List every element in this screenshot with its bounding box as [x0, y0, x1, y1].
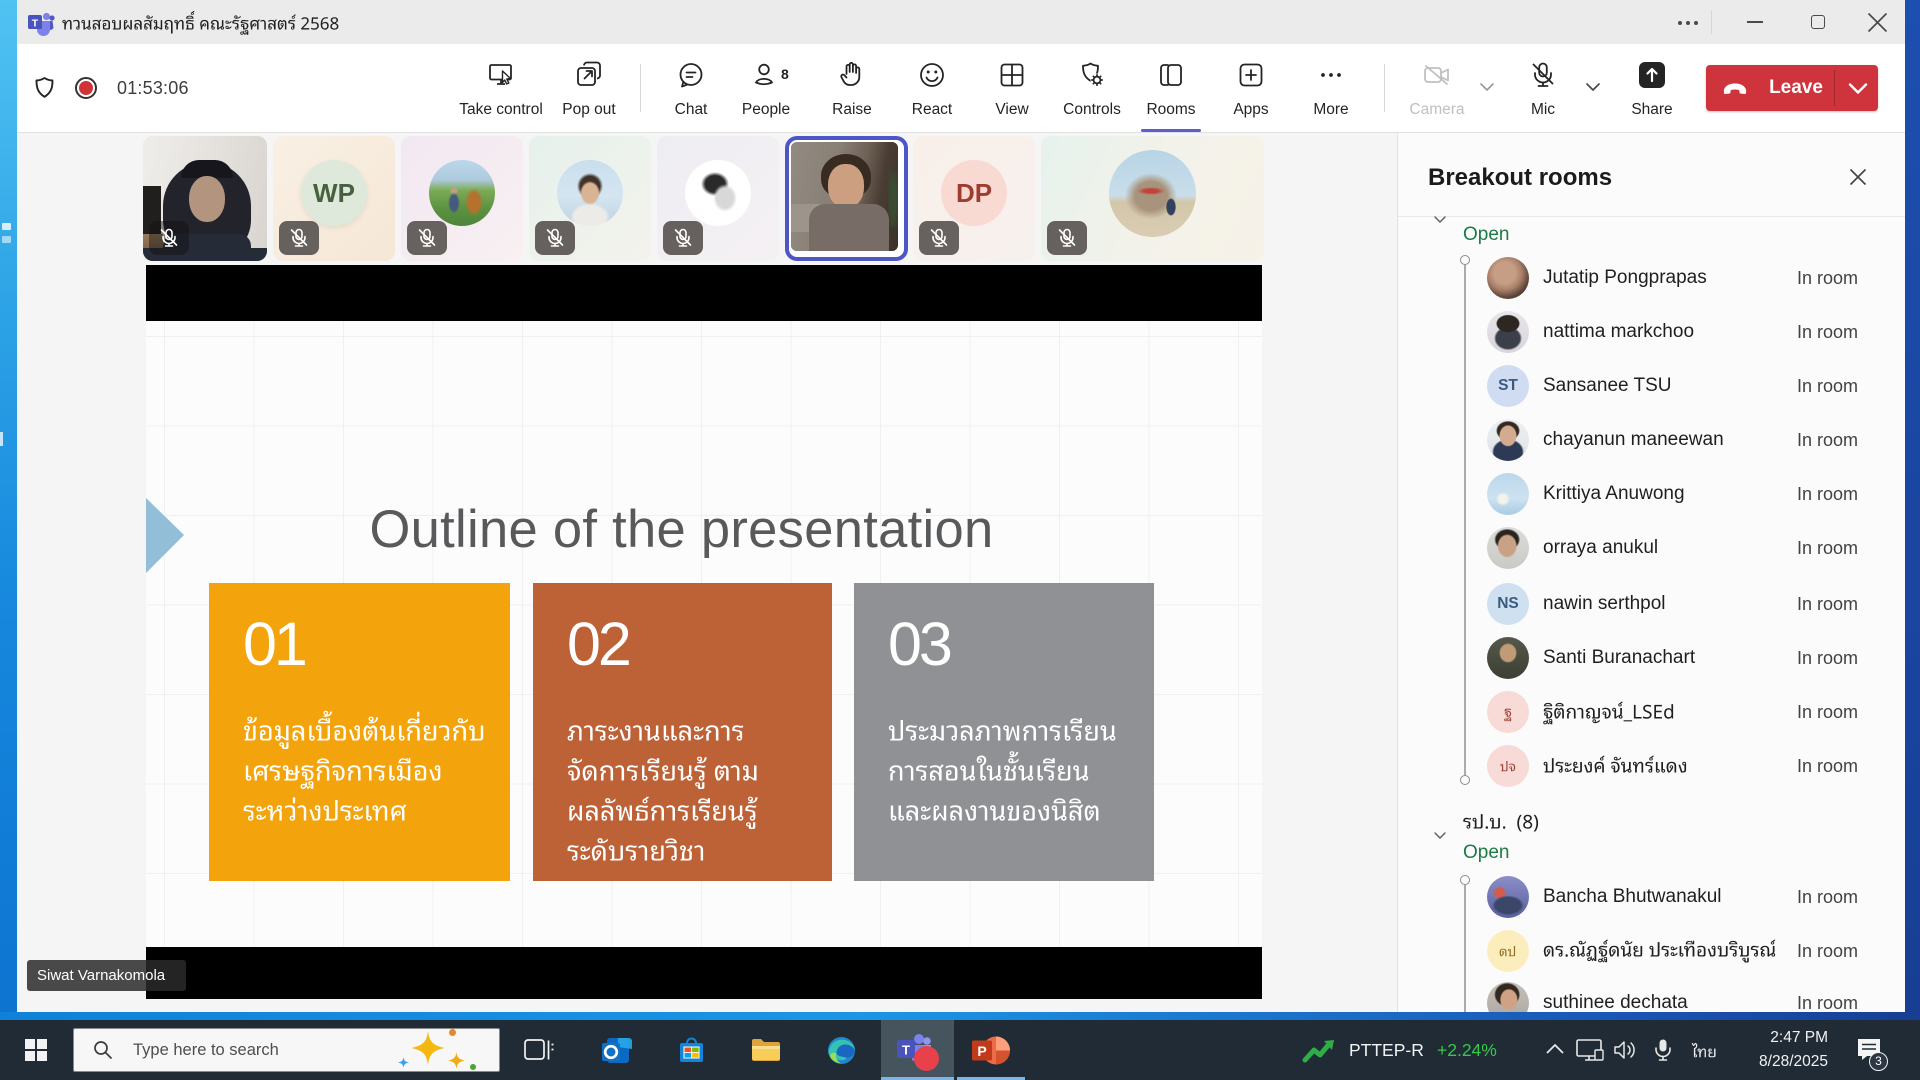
svg-text:T: T	[902, 1043, 910, 1058]
svg-text:T: T	[32, 18, 39, 30]
svg-text:P: P	[977, 1043, 986, 1059]
